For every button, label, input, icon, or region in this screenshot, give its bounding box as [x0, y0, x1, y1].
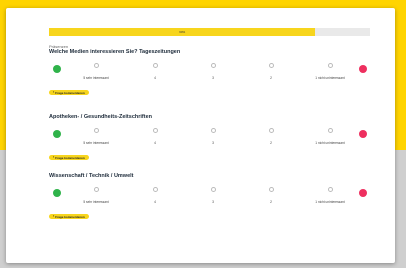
progress-bar: 60%	[49, 28, 370, 36]
radio-button[interactable]	[93, 128, 99, 133]
rating-option-4[interactable]: 4	[125, 123, 185, 145]
rating-option-5[interactable]: 5 sehr interessant	[66, 123, 126, 145]
rating-label: 4	[154, 200, 156, 204]
radio-button[interactable]	[210, 187, 216, 192]
radio-button[interactable]	[210, 128, 216, 133]
comment-icon: ▪	[53, 214, 55, 218]
rating-option-3[interactable]: 3	[183, 123, 243, 145]
rating-scale: 5 sehr interessant 4 3 2 1 nicht uninter…	[49, 123, 370, 145]
radio-button[interactable]	[210, 63, 216, 68]
positive-indicator-icon	[53, 130, 61, 138]
comment-label: Frage kommentieren	[55, 90, 85, 95]
positive-indicator-icon	[53, 189, 61, 197]
question-block: Apotheken- / Gesundheits-Zeitschriften 5…	[49, 114, 370, 163]
rating-scale: 5 sehr interessant 4 3 2 1 nicht uninter…	[49, 58, 370, 80]
rating-label: 3	[212, 200, 214, 204]
comment-question-button[interactable]: ▪ Frage kommentieren	[49, 214, 89, 220]
radio-button[interactable]	[152, 187, 158, 192]
comment-label: Frage kommentieren	[55, 155, 85, 160]
comment-question-button[interactable]: ▪ Frage kommentieren	[49, 155, 89, 161]
rating-option-1[interactable]: 1 nicht uninteressant	[300, 123, 360, 145]
radio-button[interactable]	[93, 187, 99, 192]
question-block: Präsenzen Welche Medien interessieren Si…	[49, 44, 370, 98]
comment-label: Frage kommentieren	[55, 214, 85, 219]
rating-option-3[interactable]: 3	[183, 58, 243, 80]
radio-button[interactable]	[93, 63, 99, 68]
question-title: Wissenschaft / Technik / Umwelt	[49, 173, 134, 179]
rating-label: 4	[154, 76, 156, 80]
comment-icon: ▪	[53, 90, 55, 94]
radio-button[interactable]	[268, 63, 274, 68]
progress-label: 60%	[179, 29, 186, 34]
rating-label: 4	[154, 141, 156, 145]
radio-button[interactable]	[268, 128, 274, 133]
rating-label: 1 nicht uninteressant	[315, 200, 345, 204]
question-title: Welche Medien interessieren Sie? Tagesze…	[49, 49, 181, 55]
rating-option-2[interactable]: 2	[241, 182, 301, 204]
radio-button[interactable]	[268, 187, 274, 192]
rating-label: 3	[212, 76, 214, 80]
rating-scale: 5 sehr interessant 4 3 2 1 nicht uninter…	[49, 182, 370, 204]
positive-indicator-icon	[53, 65, 61, 73]
rating-label: 1 nicht uninteressant	[315, 141, 345, 145]
rating-label: 3	[212, 141, 214, 145]
question-block: Wissenschaft / Technik / Umwelt 5 sehr i…	[49, 173, 370, 222]
radio-button[interactable]	[327, 63, 333, 68]
rating-label: 2	[270, 76, 272, 80]
rating-option-1[interactable]: 1 nicht uninteressant	[300, 182, 360, 204]
rating-label: 5 sehr interessant	[83, 141, 109, 145]
negative-indicator-icon	[359, 65, 367, 73]
progress-fill: 60%	[49, 28, 316, 36]
rating-label: 5 sehr interessant	[83, 76, 109, 80]
question-title: Apotheken- / Gesundheits-Zeitschriften	[49, 114, 152, 120]
radio-button[interactable]	[327, 128, 333, 133]
rating-label: 2	[270, 200, 272, 204]
rating-option-4[interactable]: 4	[125, 182, 185, 204]
comment-question-button[interactable]: ▪ Frage kommentieren	[49, 90, 89, 96]
rating-label: 5 sehr interessant	[83, 200, 109, 204]
rating-option-1[interactable]: 1 nicht uninteressant	[300, 58, 360, 80]
rating-option-5[interactable]: 5 sehr interessant	[66, 58, 126, 80]
rating-option-3[interactable]: 3	[183, 182, 243, 204]
rating-option-4[interactable]: 4	[125, 58, 185, 80]
radio-button[interactable]	[152, 128, 158, 133]
radio-button[interactable]	[327, 187, 333, 192]
rating-option-2[interactable]: 2	[241, 58, 301, 80]
rating-label: 2	[270, 141, 272, 145]
radio-button[interactable]	[152, 63, 158, 68]
rating-label: 1 nicht uninteressant	[315, 76, 345, 80]
rating-option-5[interactable]: 5 sehr interessant	[66, 182, 126, 204]
rating-option-2[interactable]: 2	[241, 123, 301, 145]
survey-card: 60% Präsenzen Welche Medien interessiere…	[6, 8, 395, 263]
negative-indicator-icon	[359, 130, 367, 138]
negative-indicator-icon	[359, 189, 367, 197]
comment-icon: ▪	[53, 155, 55, 159]
